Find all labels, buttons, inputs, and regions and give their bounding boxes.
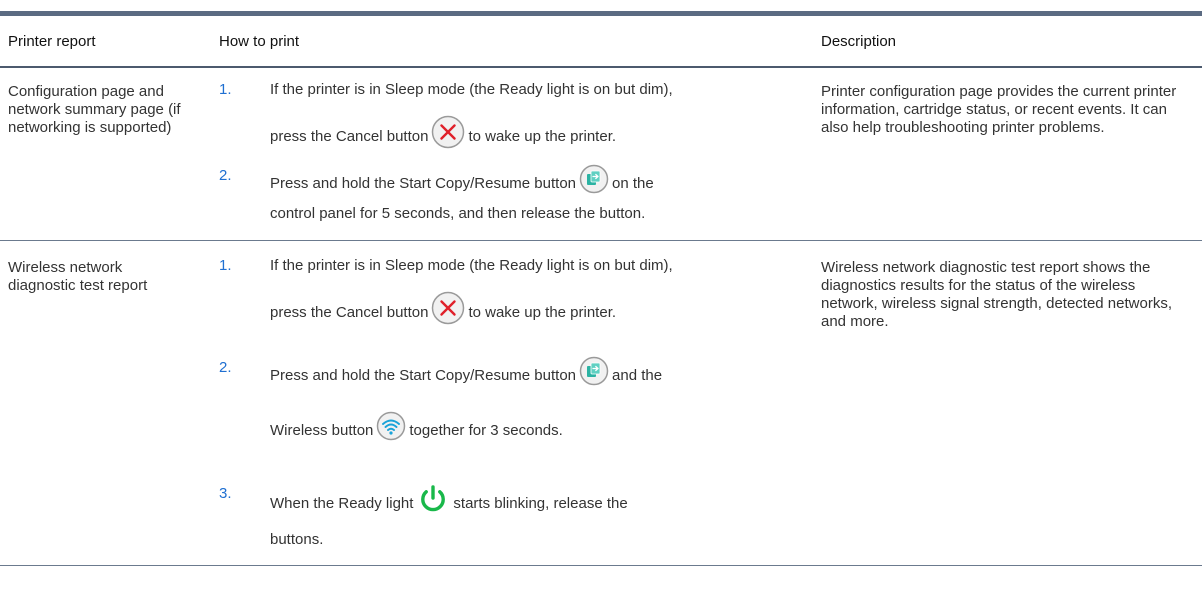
power-icon: [416, 482, 450, 522]
row2-step3-number: 3.: [219, 485, 232, 502]
row2-step2-number: 2.: [219, 359, 232, 376]
table-bottom-rule: [0, 565, 1202, 566]
row2-step1-line1: If the printer is in Sleep mode (the Rea…: [270, 257, 673, 274]
row1-step2-text-before: Press and hold the Start Copy/Resume but…: [270, 175, 577, 192]
row2-step3-line1: When the Ready light starts blinking, rel…: [270, 484, 628, 524]
row2-step3-text-before: When the Ready light: [270, 495, 414, 512]
row2-step2-line1: Press and hold the Start Copy/Resume but…: [270, 356, 663, 394]
row2-step1-line2: press the Cancel button to wake up the pr…: [270, 291, 617, 333]
row1-description: Printer configuration page provides the …: [821, 83, 1177, 136]
header-description: Description: [821, 33, 897, 50]
start-copy-resume-icon: [579, 164, 609, 200]
table-top-rule: [0, 11, 1202, 16]
header-printer-report: Printer report: [8, 33, 96, 50]
printer-reports-page: Printer report How to print Description …: [0, 0, 1202, 598]
cancel-x-icon: [431, 291, 465, 331]
row2-step1-text-after: to wake up the printer.: [468, 304, 617, 321]
row2-step2-text-after-2: together for 3 seconds.: [409, 422, 563, 439]
row1-report-name: Configuration page and network summary p…: [8, 83, 181, 136]
row2-description: Wireless network diagnostic test report …: [821, 259, 1172, 330]
row2-step3-text-after: starts blinking, release the: [453, 495, 628, 512]
row2-step2-text-before: Press and hold the Start Copy/Resume but…: [270, 367, 577, 384]
header-how-to-print: How to print: [219, 33, 300, 50]
row2-step2-text-after: and the: [612, 367, 663, 384]
row2-step2-text-before-2: Wireless button: [270, 422, 374, 439]
row1-step1-text-after: to wake up the printer.: [468, 128, 617, 145]
start-copy-resume-icon: [579, 356, 609, 392]
row1-step1-line1: If the printer is in Sleep mode (the Rea…: [270, 81, 673, 98]
row-divider: [0, 240, 1202, 241]
row2-step1-number: 1.: [219, 257, 232, 274]
cancel-x-icon: [431, 115, 465, 155]
wireless-icon: [376, 411, 406, 447]
row2-step3-line2: buttons.: [270, 531, 324, 548]
row2-step2-line2: Wireless button together for 3 seconds.: [270, 411, 563, 449]
row1-step2-line1: Press and hold the Start Copy/Resume but…: [270, 164, 654, 202]
row1-step1-line2: press the Cancel button to wake up the pr…: [270, 115, 617, 157]
row1-step2-line2: control panel for 5 seconds, and then re…: [270, 205, 646, 222]
row1-step2-text-after: on the: [612, 175, 654, 192]
row2-report-name: Wireless network diagnostic test report: [8, 259, 148, 294]
row1-step2-number: 2.: [219, 167, 232, 184]
row2-step1-text-before: press the Cancel button: [270, 304, 429, 321]
row1-step1-text-before: press the Cancel button: [270, 128, 429, 145]
row1-step1-number: 1.: [219, 81, 232, 98]
header-rule: [0, 66, 1202, 68]
